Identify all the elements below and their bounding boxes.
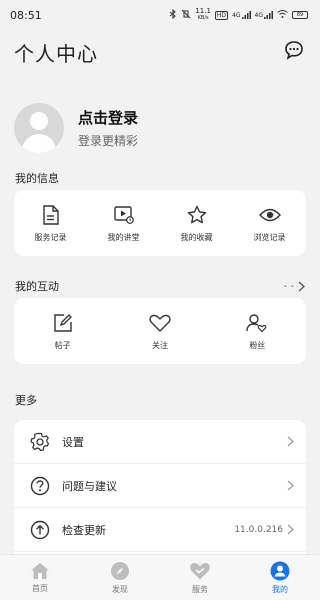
my-info-label: 服务记录: [34, 232, 67, 242]
section-title-my-info: 我的信息: [0, 166, 320, 190]
question-icon: [30, 476, 50, 496]
edit-icon: [53, 312, 73, 334]
avatar[interactable]: [14, 103, 64, 153]
my-info-my-lecture[interactable]: 我的讲堂: [87, 204, 160, 243]
eye-icon: [258, 204, 281, 226]
my-info-label: 我的收藏: [180, 232, 213, 242]
document-icon: [42, 204, 60, 226]
my-info-label: 我的讲堂: [107, 232, 140, 242]
header: 个人中心: [0, 30, 320, 74]
chevron-right-icon: [287, 436, 294, 447]
interact-label: 关注: [151, 340, 168, 350]
avatar-head: [30, 112, 48, 130]
net-speed-unit: KB/s: [197, 15, 209, 21]
status-bar: 08:51 11.1 KB/s HD 4G 4G 89: [0, 0, 320, 30]
more-label-check-update: 检查更新: [62, 523, 106, 537]
profile-login[interactable]: 点击登录 登录更精彩: [0, 74, 320, 166]
interact-following[interactable]: 关注: [111, 312, 208, 351]
hd-badge: HD: [214, 10, 229, 20]
section-title-my-interact: 我的互动 - -: [0, 274, 320, 298]
user-icon: [270, 561, 290, 580]
chevron-right-icon: [298, 281, 305, 291]
net-speed-value: 11.1: [195, 7, 211, 15]
status-time: 08:51: [10, 8, 42, 22]
battery-icon: 89: [292, 11, 308, 19]
scroll-content[interactable]: 个人中心 点击登录 登录更精彩 我的信息 服务记录 我的讲堂 我的收藏 浏览记录…: [0, 30, 320, 554]
upload-icon: [30, 520, 50, 540]
more-label-feedback: 问题与建议: [62, 479, 117, 493]
home-icon: [31, 562, 49, 579]
wifi-icon: [277, 10, 288, 20]
gear-icon: [30, 432, 50, 452]
login-subtitle: 登录更精彩: [78, 134, 139, 148]
bottom-tab-bar: 首页 发现 服务 我的: [0, 554, 320, 600]
follower-icon: [246, 312, 268, 334]
interact-followers[interactable]: 粉丝: [209, 312, 306, 351]
mute-icon: [181, 9, 191, 21]
star-icon: [187, 204, 207, 226]
my-info-favorites[interactable]: 我的收藏: [160, 204, 233, 243]
chat-bubble-icon[interactable]: [284, 40, 304, 64]
more-title: 更多: [15, 394, 37, 407]
more-check-update[interactable]: 检查更新 11.0.0.216: [14, 508, 306, 552]
my-interact-more[interactable]: - -: [284, 281, 305, 292]
app-version: 11.0.0.216: [234, 524, 283, 535]
video-play-icon: [113, 204, 134, 226]
interact-label: 粉丝: [249, 340, 266, 350]
my-info-service-record[interactable]: 服务记录: [14, 204, 87, 243]
signal-label-1: 4G: [232, 12, 241, 19]
profile-text[interactable]: 点击登录 登录更精彩: [78, 107, 138, 149]
tab-label-home: 首页: [32, 583, 48, 593]
more-settings[interactable]: 设置: [14, 420, 306, 464]
tab-label-service: 服务: [192, 584, 208, 594]
my-info-card: 服务记录 我的讲堂 我的收藏 浏览记录: [14, 190, 306, 256]
my-interact-title: 我的互动: [15, 280, 59, 293]
signal-4g-1: 4G: [232, 11, 251, 19]
status-icons: 11.1 KB/s HD 4G 4G 89: [169, 8, 308, 22]
chevron-right-icon: [287, 480, 294, 491]
chevron-right-icon: [287, 524, 294, 535]
signal-label-2: 4G: [254, 12, 263, 19]
tab-discover[interactable]: 发现: [80, 555, 160, 600]
my-info-browse-history[interactable]: 浏览记录: [233, 204, 306, 243]
tab-mine[interactable]: 我的: [240, 555, 320, 600]
avatar-body: [22, 134, 56, 153]
login-title[interactable]: 点击登录: [78, 107, 138, 128]
my-interact-dashes: - -: [283, 280, 294, 292]
net-speed: 11.1 KB/s: [195, 8, 211, 22]
more-feedback[interactable]: 问题与建议: [14, 464, 306, 508]
my-info-label: 浏览记录: [253, 232, 286, 242]
interact-posts[interactable]: 帖子: [14, 312, 111, 351]
compass-icon: [111, 561, 129, 580]
interact-label: 帖子: [54, 340, 71, 350]
heart-icon: [149, 312, 171, 334]
service-heart-icon: [190, 562, 210, 579]
tab-label-mine: 我的: [272, 584, 288, 594]
bluetooth-icon: [169, 8, 177, 21]
page-title: 个人中心: [14, 41, 98, 66]
tab-service[interactable]: 服务: [160, 555, 240, 600]
my-info-title: 我的信息: [15, 172, 59, 185]
more-card: 设置 问题与建议 检查更新 11.0.0.216 关于: [14, 420, 306, 554]
tab-label-discover: 发现: [112, 584, 128, 594]
my-interact-card: 帖子 关注 粉丝: [14, 298, 306, 364]
section-title-more: 更多: [0, 380, 320, 420]
more-label-settings: 设置: [62, 435, 84, 449]
signal-4g-2: 4G: [255, 11, 273, 19]
tab-home[interactable]: 首页: [0, 555, 80, 600]
